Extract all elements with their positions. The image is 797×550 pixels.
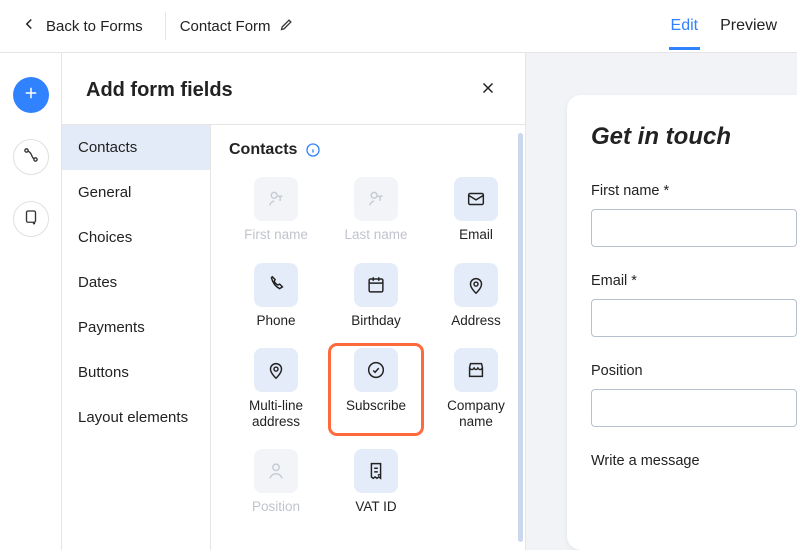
category-payments[interactable]: Payments <box>62 305 210 350</box>
plus-icon <box>22 84 40 107</box>
fields-area: Contacts First name Last name Email Phone Bi… <box>210 124 525 550</box>
category-dates[interactable]: Dates <box>62 260 210 305</box>
field-option-label: Address <box>451 313 501 329</box>
field-option-label: VAT ID <box>355 499 396 515</box>
field-option-label: Subscribe <box>346 398 406 414</box>
field-option-company[interactable]: Company name <box>429 344 523 435</box>
phone-icon <box>254 263 298 307</box>
tab-edit[interactable]: Edit <box>669 3 701 49</box>
preview-field-label: Position <box>591 363 797 379</box>
page-add-button[interactable] <box>13 201 49 237</box>
pin-icon <box>254 348 298 392</box>
category-list: ContactsGeneralChoicesDatesPaymentsButto… <box>62 124 210 550</box>
preview-field: First name * <box>591 183 797 247</box>
add-button[interactable] <box>13 77 49 113</box>
category-general[interactable]: General <box>62 170 210 215</box>
back-to-forms-button[interactable]: Back to Forms <box>12 11 151 41</box>
automation-button[interactable] <box>13 139 49 175</box>
envelope-icon <box>454 177 498 221</box>
add-fields-panel: Add form fields ContactsGeneralChoicesDa… <box>62 53 526 550</box>
field-option-first-name: First name <box>229 173 323 249</box>
field-option-label: Birthday <box>351 313 401 329</box>
field-option-birthday[interactable]: Birthday <box>329 259 423 335</box>
page-plus-icon <box>22 208 40 231</box>
field-option-label: Email <box>459 227 493 243</box>
scrollbar[interactable] <box>518 133 523 542</box>
form-title-button[interactable]: Contact Form <box>180 17 294 36</box>
mode-tabs: Edit Preview <box>669 3 779 49</box>
preview-field-label: Write a message <box>591 453 797 469</box>
field-option-multi-addr[interactable]: Multi-line address <box>229 344 323 435</box>
person-t-icon <box>254 177 298 221</box>
person-icon <box>254 449 298 493</box>
category-buttons[interactable]: Buttons <box>62 350 210 395</box>
field-option-label: Last name <box>344 227 407 243</box>
category-choices[interactable]: Choices <box>62 215 210 260</box>
info-icon[interactable] <box>305 142 321 158</box>
form-heading: Get in touch <box>591 123 797 151</box>
field-option-vat[interactable]: VAT ID <box>329 445 423 521</box>
category-contacts[interactable]: Contacts <box>62 125 210 170</box>
field-option-subscribe[interactable]: Subscribe <box>329 344 423 435</box>
field-option-last-name: Last name <box>329 173 423 249</box>
store-icon <box>454 348 498 392</box>
form-title: Contact Form <box>180 18 271 35</box>
close-icon <box>479 84 497 101</box>
field-grid: First name Last name Email Phone Birthday Add… <box>229 173 507 521</box>
receipt-icon <box>354 449 398 493</box>
preview-field-label: First name * <box>591 183 797 199</box>
pencil-icon <box>279 17 294 36</box>
preview-field-label: Email * <box>591 273 797 289</box>
field-option-email[interactable]: Email <box>429 173 523 249</box>
preview-field: Email * <box>591 273 797 337</box>
left-rail <box>0 53 62 550</box>
field-option-label: Company name <box>429 398 523 429</box>
preview-field-input[interactable] <box>591 389 797 427</box>
check-circle-icon <box>354 348 398 392</box>
preview-field-input[interactable] <box>591 299 797 337</box>
preview-field: Position <box>591 363 797 427</box>
close-panel-button[interactable] <box>475 75 501 106</box>
top-bar: Back to Forms Contact Form Edit Preview <box>0 0 797 53</box>
preview-field: Write a message <box>591 453 797 469</box>
preview-field-input[interactable] <box>591 209 797 247</box>
form-preview-card: Get in touch First name * Email * Position… <box>567 95 797 550</box>
field-option-address[interactable]: Address <box>429 259 523 335</box>
category-layout[interactable]: Layout elements <box>62 395 210 442</box>
back-label: Back to Forms <box>46 18 143 35</box>
pin-icon <box>454 263 498 307</box>
field-option-label: Phone <box>256 313 295 329</box>
arrow-left-icon <box>20 15 38 37</box>
field-option-label: First name <box>244 227 308 243</box>
panel-title: Add form fields <box>86 79 233 102</box>
field-option-position: Position <box>229 445 323 521</box>
preview-pane: Get in touch First name * Email * Position… <box>526 53 797 550</box>
field-option-label: Position <box>252 499 300 515</box>
field-option-label: Multi-line address <box>229 398 323 429</box>
flow-icon <box>22 146 40 169</box>
person-t-icon <box>354 177 398 221</box>
fields-section-title: Contacts <box>229 141 297 159</box>
tab-preview[interactable]: Preview <box>718 3 779 49</box>
divider <box>165 12 166 40</box>
field-option-phone[interactable]: Phone <box>229 259 323 335</box>
calendar-icon <box>354 263 398 307</box>
